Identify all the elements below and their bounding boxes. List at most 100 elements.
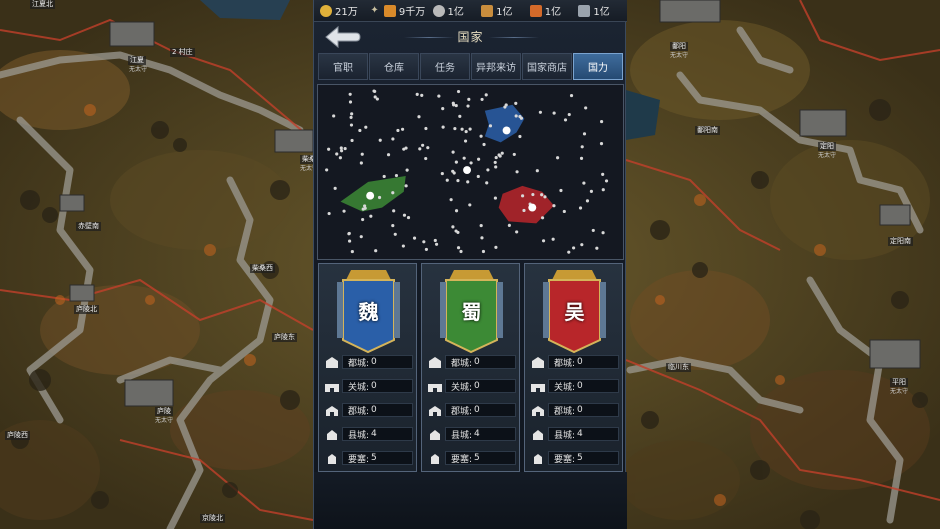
settlement-marker — [485, 181, 489, 185]
resource-silver[interactable]: 1亿 — [432, 0, 482, 22]
faction-card-shu[interactable]: 蜀 都城: 0 关城: 0 郡城: 0 县城: 4 要塞: 5 — [421, 263, 520, 472]
resource-wood[interactable]: 1亿 — [481, 0, 530, 22]
stat-county: 县城: 4 — [427, 426, 516, 442]
map-label-pingyang[interactable]: 平阳 — [890, 378, 908, 387]
settlement-marker — [361, 217, 365, 222]
map-label-dingyang[interactable]: 定阳 — [818, 142, 836, 151]
settlement-marker — [582, 181, 586, 185]
tab-foreign-visit[interactable]: 异邦来访 — [471, 53, 521, 80]
map-label-chaisangxi[interactable]: 柴桑西 — [250, 264, 275, 273]
stat-value: 0 — [474, 357, 480, 367]
fortress-icon — [427, 450, 443, 466]
map-label-jiangxia[interactable]: 江夏 — [128, 56, 146, 65]
commandery-city-icon — [324, 402, 340, 418]
settlement-marker — [343, 146, 347, 151]
map-label-linchuandong[interactable]: 临川东 — [666, 363, 691, 372]
settlement-marker — [484, 93, 488, 97]
resource-shield[interactable]: 9千万 — [383, 0, 433, 22]
settlement-marker — [350, 112, 354, 116]
settlement-marker — [480, 97, 484, 102]
map-label-lulingbei[interactable]: 庐陵北 — [74, 305, 99, 314]
faction-name-wei: 魏 — [358, 300, 379, 324]
stat-value: 0 — [474, 381, 480, 391]
pass-city-icon — [530, 378, 546, 394]
settlement-marker — [552, 204, 556, 208]
settlement-marker — [400, 127, 405, 131]
settlement-marker — [514, 101, 518, 105]
faction-name-shu: 蜀 — [461, 300, 482, 324]
stat-county: 县城: 4 — [530, 426, 619, 442]
map-label-chibinan[interactable]: 赤壁南 — [76, 222, 101, 231]
settlement-marker — [582, 132, 587, 136]
settlement-marker — [347, 232, 351, 236]
settlement-marker — [449, 198, 453, 202]
settlement-marker — [348, 92, 352, 96]
resource-gold[interactable]: 21万 — [320, 0, 369, 22]
settlement-marker — [456, 89, 461, 94]
settlement-marker — [451, 169, 455, 173]
tab-officials[interactable]: 官职 — [318, 53, 368, 80]
tab-national-shop[interactable]: 国家商店 — [522, 53, 572, 80]
settlement-marker — [350, 250, 354, 254]
territory-minimap[interactable] — [317, 84, 624, 260]
neutral-capital-icon — [463, 166, 471, 174]
stat-label: 都城: — [554, 358, 576, 369]
map-label-poyang[interactable]: 鄱阳 — [670, 42, 688, 51]
map-label-jiangxia-sub: 无太守 — [129, 66, 148, 73]
map-label-luling[interactable]: 庐陵 — [155, 407, 173, 416]
faction-card-wu[interactable]: 吴 都城: 0 关城: 0 郡城: 0 县城: 4 要塞: 5 — [524, 263, 623, 472]
stat-commandery: 郡城: 0 — [324, 402, 413, 418]
settlement-marker — [601, 172, 605, 176]
settlement-marker — [503, 105, 507, 109]
stat-label: 关城: — [348, 382, 370, 393]
settlement-marker — [373, 95, 377, 99]
settlement-marker — [482, 142, 486, 147]
map-label-poyangnan[interactable]: 鄱阳南 — [695, 126, 720, 135]
arrow-icon: ✦ — [370, 4, 379, 16]
settlement-marker — [394, 173, 399, 178]
tab-national-power[interactable]: 国力 — [573, 53, 623, 80]
tab-warehouse[interactable]: 仓库 — [369, 53, 419, 80]
county-city-icon — [427, 426, 443, 442]
pass-city-icon — [324, 378, 340, 394]
resource-food[interactable]: 1亿 — [529, 0, 579, 22]
settlement-marker — [327, 147, 331, 151]
settlement-marker — [600, 119, 604, 124]
settlement-marker — [519, 116, 523, 120]
settlement-marker — [441, 107, 445, 111]
map-label-lulingxi[interactable]: 庐陵西 — [5, 431, 30, 440]
stat-pass: 关城: 0 — [324, 378, 413, 394]
map-label-dingyangnan[interactable]: 定阳南 — [888, 237, 913, 246]
tab-quests[interactable]: 任务 — [420, 53, 470, 80]
settlement-marker — [454, 209, 459, 213]
settlement-marker — [585, 199, 590, 203]
settlement-marker — [521, 194, 525, 198]
map-label-pingyang-sub: 无太守 — [890, 388, 909, 395]
settlement-marker — [466, 104, 470, 108]
stat-capital: 都城: 0 — [324, 354, 413, 370]
settlement-marker — [456, 179, 460, 183]
settlement-marker — [563, 118, 568, 122]
settlement-marker — [335, 152, 339, 156]
map-label-village[interactable]: 2 村庄 — [170, 48, 195, 57]
map-label-lulingdong[interactable]: 庐陵东 — [272, 333, 297, 342]
settlement-marker — [479, 224, 483, 228]
settlement-marker — [435, 242, 439, 246]
resource-iron[interactable]: 1亿 — [578, 0, 627, 22]
map-label-jinglingbei[interactable]: 京陵北 — [200, 514, 225, 523]
settlement-marker — [420, 93, 424, 97]
stat-value: 5 — [474, 453, 480, 463]
map-label-jiangxiabei[interactable]: 江夏北 — [30, 0, 55, 9]
settlement-marker — [369, 214, 373, 218]
faction-card-wei[interactable]: 魏 都城: 0 关城: 0 郡城: 0 县城: 4 要塞: 5 — [318, 263, 417, 472]
resource-arrow[interactable]: ✦ — [369, 0, 384, 22]
title-divider-right — [489, 37, 539, 38]
settlement-marker — [412, 236, 417, 240]
stat-label: 郡城: — [348, 406, 370, 417]
settlement-marker — [599, 142, 604, 146]
settlement-marker — [363, 204, 367, 208]
settlement-marker — [350, 138, 354, 143]
settlement-marker — [348, 100, 353, 104]
settlement-marker — [535, 169, 539, 173]
settlement-marker — [378, 138, 382, 142]
